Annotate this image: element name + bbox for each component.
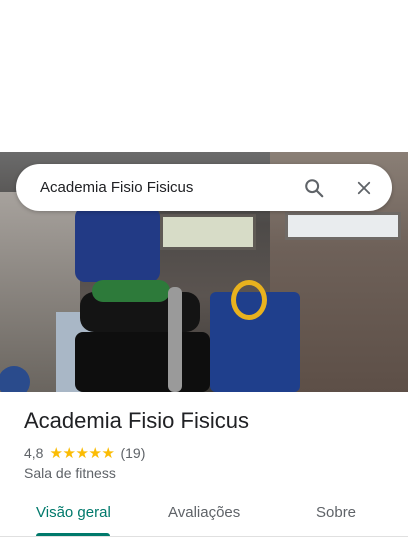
rating-value: 4,8 <box>24 445 44 461</box>
tab-overview[interactable]: Visão geral <box>36 504 111 521</box>
tabs-divider <box>0 536 408 537</box>
star-icon: ★ <box>88 444 102 462</box>
photo-window-2 <box>160 214 256 250</box>
review-count[interactable]: (19) <box>120 445 145 461</box>
photo-ball <box>0 366 30 392</box>
close-button[interactable] <box>344 168 384 208</box>
photo-person-legs <box>75 332 210 392</box>
photo-person <box>75 207 160 282</box>
place-category[interactable]: Sala de fitness <box>24 465 116 481</box>
photo-ring <box>231 280 267 320</box>
photo-window <box>285 212 401 240</box>
photo-pole <box>168 287 182 392</box>
search-icon <box>305 178 324 197</box>
star-icon: ★ <box>75 444 89 462</box>
search-button[interactable] <box>294 168 334 208</box>
close-icon <box>357 181 371 194</box>
search-bar[interactable]: Academia Fisio Fisicus <box>16 164 392 211</box>
rating-stars: ★ ★ ★ ★ ★ <box>49 446 114 461</box>
tab-about[interactable]: Sobre <box>316 504 356 521</box>
star-icon: ★ <box>101 444 115 462</box>
star-icon: ★ <box>62 444 76 462</box>
tab-reviews[interactable]: Avaliações <box>168 504 240 521</box>
photo-green-pad <box>92 280 170 302</box>
rating-row[interactable]: 4,8 ★ ★ ★ ★ ★ (19) <box>24 444 145 462</box>
tab-bar: Visão geral Avaliações Sobre <box>0 490 408 544</box>
star-icon: ★ <box>49 444 63 462</box>
search-input[interactable]: Academia Fisio Fisicus <box>40 179 294 196</box>
place-title: Academia Fisio Fisicus <box>24 408 249 433</box>
